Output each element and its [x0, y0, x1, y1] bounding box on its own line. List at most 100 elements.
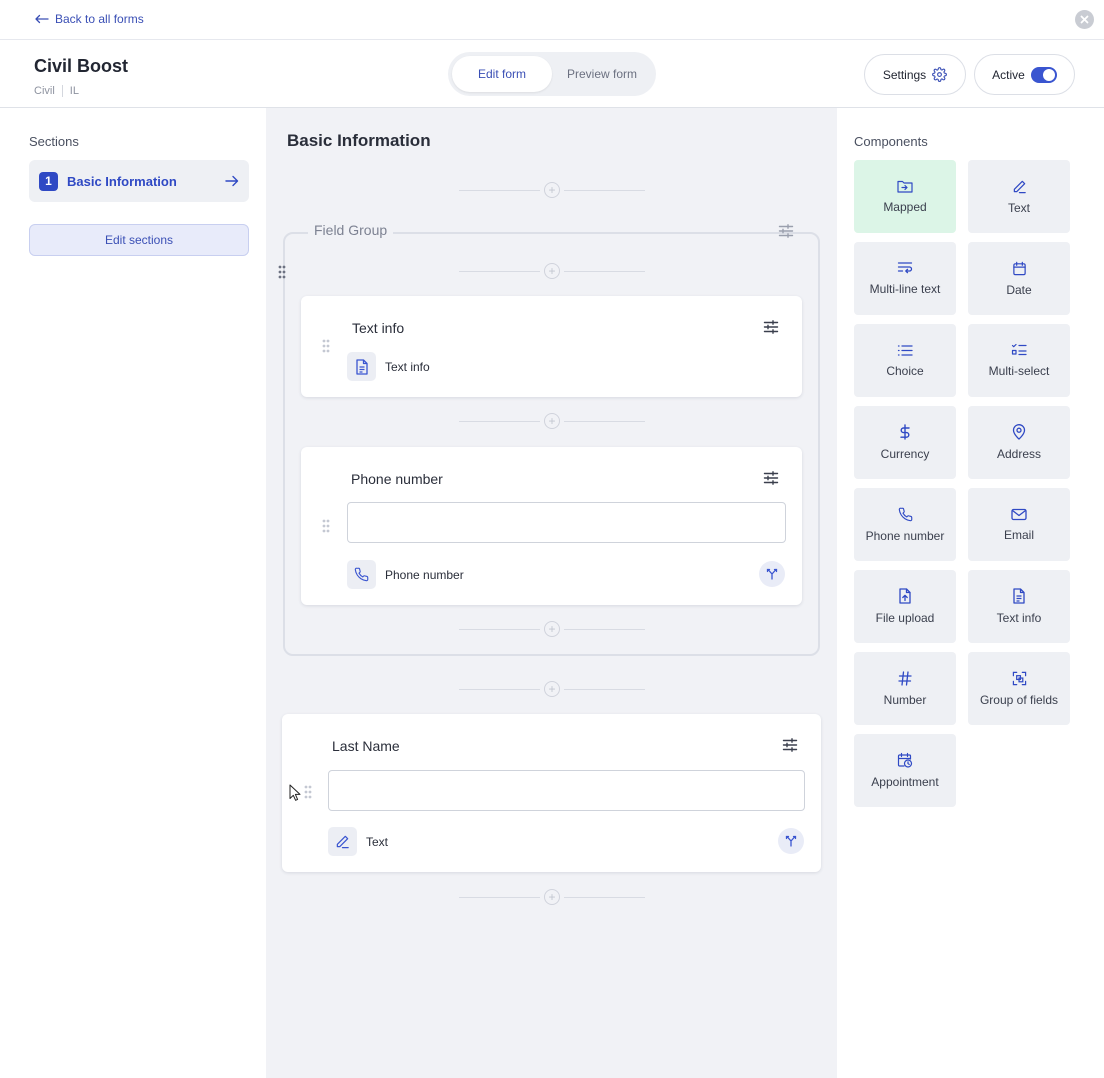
insert-field-button[interactable]: + — [459, 263, 645, 279]
drag-handle-icon[interactable] — [304, 785, 312, 799]
component-currency[interactable]: Currency — [854, 406, 956, 479]
field-card-phone-number[interactable]: Phone number Phone number — [301, 447, 802, 605]
close-icon — [1080, 15, 1089, 24]
plus-icon: + — [544, 621, 560, 637]
component-multi-line-text[interactable]: Multi-line text — [854, 242, 956, 315]
field-card-text-info[interactable]: Text info Text info — [301, 296, 802, 397]
drag-handle-icon[interactable] — [322, 339, 330, 353]
form-header: Civil Boost Civil IL Edit form Preview f… — [0, 41, 1104, 108]
component-group-of-fields[interactable]: Group of fields — [968, 652, 1070, 725]
branch-logic-button[interactable] — [759, 561, 785, 587]
field-type-label: Phone number — [385, 567, 464, 582]
dollar-icon — [899, 424, 911, 440]
pen-icon — [328, 827, 357, 856]
map-pin-icon — [1012, 424, 1026, 440]
sliders-icon[interactable] — [763, 319, 779, 335]
back-link-label: Back to all forms — [55, 12, 144, 26]
hash-icon — [898, 670, 912, 686]
component-phone-number[interactable]: Phone number — [854, 488, 956, 561]
document-icon — [1012, 588, 1026, 604]
component-label: Group of fields — [979, 692, 1059, 707]
component-label: Choice — [886, 363, 924, 378]
insert-field-button[interactable]: + — [459, 681, 645, 697]
component-date[interactable]: Date — [968, 242, 1070, 315]
component-label: Phone number — [865, 528, 945, 543]
section-item-basic-information[interactable]: 1 Basic Information — [29, 160, 249, 202]
component-appointment[interactable]: Appointment — [854, 734, 956, 807]
section-label: Basic Information — [67, 173, 177, 189]
sections-heading: Sections — [29, 134, 79, 149]
plus-icon: + — [544, 681, 560, 697]
component-address[interactable]: Address — [968, 406, 1070, 479]
field-type-chip: Text info — [347, 352, 430, 381]
plus-icon: + — [544, 263, 560, 279]
component-label: Address — [996, 447, 1042, 461]
branch-logic-button[interactable] — [778, 828, 804, 854]
group-divider — [427, 232, 773, 233]
sliders-icon[interactable] — [778, 223, 794, 239]
drag-handle-icon[interactable] — [322, 519, 330, 533]
close-button[interactable] — [1075, 10, 1094, 29]
sliders-icon[interactable] — [782, 737, 798, 753]
component-label: Text — [1007, 200, 1030, 215]
component-label: Mapped — [883, 200, 927, 214]
phone-icon — [347, 560, 376, 589]
component-text[interactable]: Text — [968, 160, 1070, 233]
component-multi-select[interactable]: Multi-select — [968, 324, 1070, 397]
edit-sections-button[interactable]: Edit sections — [29, 224, 249, 256]
drag-handle-icon[interactable] — [278, 265, 286, 279]
insert-field-button[interactable]: + — [459, 182, 645, 198]
insert-field-button[interactable]: + — [459, 413, 645, 429]
component-label: Number — [883, 692, 927, 707]
field-card-last-name[interactable]: Last Name Text — [282, 714, 821, 872]
mode-switch: Edit form Preview form — [448, 52, 656, 96]
field-title: Text info — [352, 320, 405, 336]
phone-number-input[interactable] — [347, 502, 786, 543]
group-icon — [1012, 671, 1027, 686]
field-type-label: Text info — [385, 359, 430, 374]
meta-divider — [61, 85, 63, 97]
field-title: Phone number — [351, 471, 443, 487]
field-title: Last Name — [332, 738, 400, 754]
form-state: IL — [69, 85, 79, 97]
file-upload-icon — [898, 588, 912, 604]
active-toggle[interactable] — [1030, 66, 1057, 83]
calendar-clock-icon — [897, 752, 913, 768]
field-type-chip: Phone number — [347, 560, 464, 589]
plus-icon: + — [544, 889, 560, 905]
component-mapped[interactable]: Mapped — [854, 160, 956, 233]
insert-field-button[interactable]: + — [459, 621, 645, 637]
form-title: Civil Boost — [34, 56, 129, 76]
mail-icon — [1011, 508, 1027, 521]
component-number[interactable]: Number — [854, 652, 956, 725]
form-category: Civil — [34, 85, 55, 97]
back-to-forms-link[interactable]: Back to all forms — [34, 12, 144, 26]
component-choice[interactable]: Choice — [854, 324, 956, 397]
active-toggle-button[interactable]: Active — [974, 54, 1075, 95]
sliders-icon[interactable] — [763, 470, 779, 486]
arrow-right-icon — [225, 175, 239, 187]
insert-field-button[interactable]: + — [459, 889, 645, 905]
component-email[interactable]: Email — [968, 488, 1070, 561]
component-file-upload[interactable]: File upload — [854, 570, 956, 643]
field-type-chip: Text — [328, 827, 388, 856]
field-group-title: Field Group — [308, 222, 394, 238]
tab-edit-form[interactable]: Edit form — [452, 56, 552, 92]
sections-panel: Sections 1 Basic Information Edit sectio… — [0, 108, 266, 1078]
settings-button[interactable]: Settings — [864, 54, 966, 95]
last-name-input[interactable] — [328, 770, 805, 811]
field-type-label: Text — [366, 834, 389, 849]
form-canvas: Basic Information + Field Group + Text i… — [266, 108, 837, 1078]
document-icon — [347, 352, 376, 381]
section-title: Basic Information — [287, 131, 431, 150]
component-text-info[interactable]: Text info — [968, 570, 1070, 643]
gear-icon — [932, 67, 948, 82]
component-label: Email — [1003, 527, 1034, 542]
component-label: Appointment — [871, 775, 939, 789]
arrow-left-icon — [34, 14, 49, 24]
mapped-icon — [897, 179, 913, 193]
settings-label: Settings — [882, 67, 927, 82]
components-panel: Components Mapped Text Multi-line text D… — [837, 108, 1104, 1078]
phone-icon — [898, 507, 913, 522]
tab-preview-form[interactable]: Preview form — [552, 56, 652, 92]
